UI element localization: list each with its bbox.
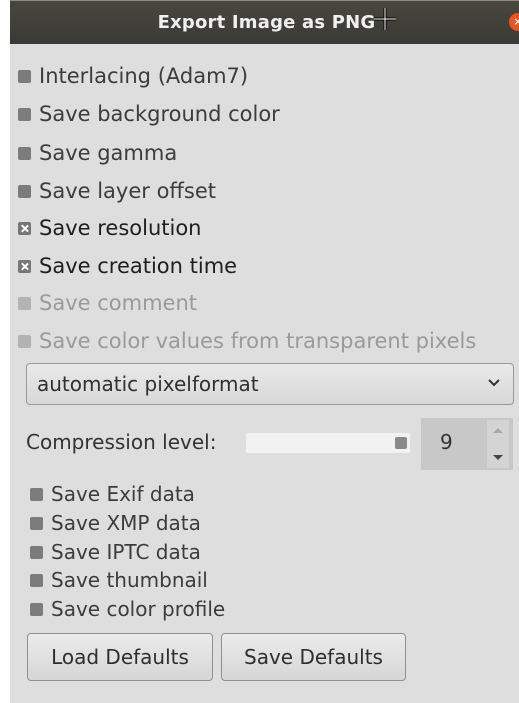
spin-buttons [487, 420, 509, 468]
dialog-titlebar[interactable]: Export Image as PNG × [10, 1, 519, 44]
option-label: Save resolution [39, 216, 202, 240]
option-label: Save XMP data [51, 511, 201, 535]
option-label: Save Exif data [51, 482, 195, 506]
option-save-layer-offset[interactable]: Save layer offset [18, 177, 216, 205]
save-iptc-checkbox[interactable] [30, 545, 43, 559]
option-label: Save layer offset [39, 179, 216, 203]
option-interlacing[interactable]: Interlacing (Adam7) [18, 62, 248, 90]
pixelformat-selected: automatic pixelformat [37, 372, 259, 396]
compression-level-label: Compression level: [26, 430, 217, 454]
option-label: Save IPTC data [51, 540, 201, 564]
save-resolution-checkbox[interactable] [18, 221, 31, 235]
save-layer-offset-checkbox[interactable] [18, 184, 31, 198]
option-label: Save thumbnail [51, 568, 208, 592]
close-icon[interactable]: × [509, 13, 519, 31]
option-save-background-color[interactable]: Save background color [18, 100, 280, 128]
spin-down-icon[interactable] [492, 454, 504, 462]
spin-up-icon[interactable] [492, 426, 504, 434]
option-save-color-profile[interactable]: Save color profile [30, 597, 225, 621]
option-save-xmp[interactable]: Save XMP data [30, 511, 201, 535]
save-color-profile-checkbox[interactable] [30, 602, 43, 616]
interlacing-checkbox[interactable] [18, 69, 31, 83]
save-creation-time-checkbox[interactable] [18, 259, 31, 273]
option-save-iptc[interactable]: Save IPTC data [30, 540, 201, 564]
option-label: Interlacing (Adam7) [39, 64, 249, 88]
load-defaults-button[interactable]: Load Defaults [27, 633, 213, 681]
save-thumbnail-checkbox[interactable] [30, 573, 43, 587]
crosshair-cursor-icon [374, 8, 396, 30]
save-exif-checkbox[interactable] [30, 487, 43, 501]
option-save-creation-time[interactable]: Save creation time [18, 252, 237, 280]
save-background-color-checkbox[interactable] [18, 107, 31, 121]
chevron-down-icon [488, 379, 500, 387]
save-gamma-checkbox[interactable] [18, 146, 31, 160]
compression-value[interactable]: 9 [440, 430, 453, 454]
slider-handle[interactable] [395, 437, 407, 449]
option-save-transparent-values: Save color values from transparent pixel… [18, 327, 476, 355]
option-save-thumbnail[interactable]: Save thumbnail [30, 568, 208, 592]
option-label: Save color profile [51, 597, 226, 621]
option-label: Save gamma [39, 141, 178, 165]
compression-slider[interactable] [246, 433, 410, 453]
save-transparent-values-checkbox [18, 334, 31, 348]
compression-spinbutton[interactable]: 9 [421, 418, 513, 470]
dialog-title: Export Image as PNG [157, 12, 376, 33]
option-save-exif[interactable]: Save Exif data [30, 482, 195, 506]
option-save-gamma[interactable]: Save gamma [18, 139, 177, 167]
option-label: Save background color [39, 102, 280, 126]
save-comment-checkbox [18, 296, 31, 310]
option-save-resolution[interactable]: Save resolution [18, 214, 201, 242]
option-label: Save comment [39, 291, 197, 315]
option-label: Save color values from transparent pixel… [39, 329, 477, 353]
option-save-comment: Save comment [18, 289, 197, 317]
option-label: Save creation time [39, 254, 238, 278]
save-xmp-checkbox[interactable] [30, 516, 43, 530]
save-defaults-button[interactable]: Save Defaults [221, 633, 406, 681]
pixelformat-dropdown[interactable]: automatic pixelformat [26, 363, 514, 405]
